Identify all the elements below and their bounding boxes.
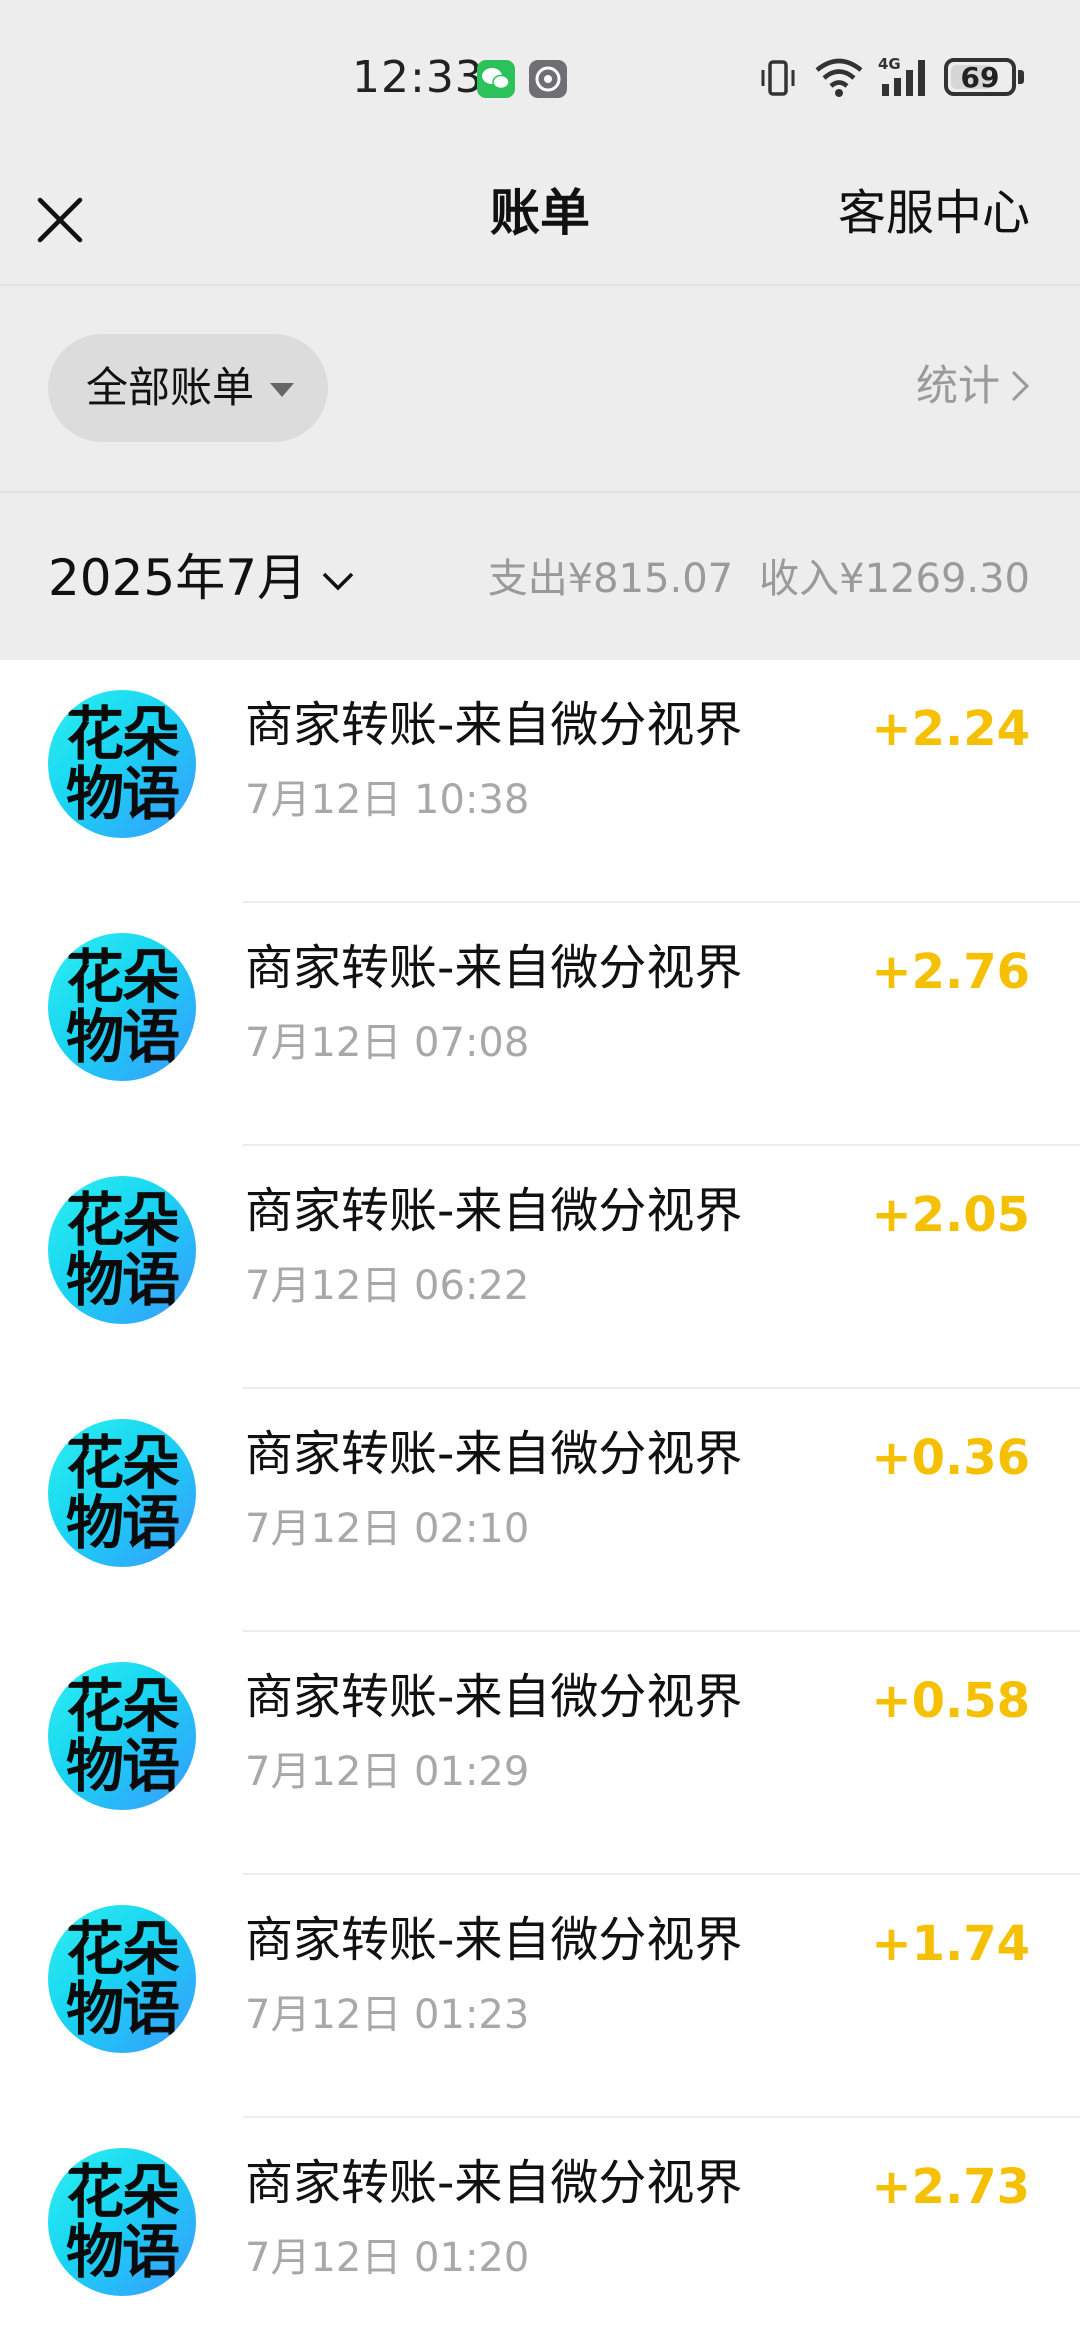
month-summary: 2025年7月 支出¥815.07 收入¥1269.30 xyxy=(0,493,1080,660)
transaction-amount: +0.58 xyxy=(871,1673,1030,1729)
signal-4g-icon: 4G xyxy=(876,54,932,104)
transaction-amount: +2.05 xyxy=(871,1187,1030,1243)
merchant-avatar: 花朵 物语 xyxy=(48,1419,196,1567)
expense-value: ¥815.07 xyxy=(567,556,734,602)
merchant-avatar: 花朵 物语 xyxy=(48,1176,196,1324)
transaction-title: 商家转账-来自微分视界 xyxy=(245,1183,743,1239)
transaction-title: 商家转账-来自微分视界 xyxy=(245,1426,743,1482)
transaction-list: 花朵 物语 商家转账-来自微分视界 7月12日 10:38 +2.24 花朵 物… xyxy=(0,660,1080,2340)
battery-icon: 69 xyxy=(944,58,1016,96)
transaction-amount: +1.74 xyxy=(871,1916,1030,1972)
transaction-row[interactable]: 花朵 物语 商家转账-来自微分视界 7月12日 10:38 +2.24 xyxy=(0,660,1080,903)
transaction-row[interactable]: 花朵 物语 商家转账-来自微分视界 7月12日 02:10 +0.36 xyxy=(0,1389,1080,1632)
merchant-avatar: 花朵 物语 xyxy=(48,2148,196,2296)
status-bar: 12:33 4G 69 xyxy=(0,0,1080,150)
avatar-text-line2: 物语 xyxy=(65,1732,180,1800)
avatar-text-line2: 物语 xyxy=(65,2218,180,2286)
transaction-time: 7月12日 01:20 xyxy=(245,2235,530,2281)
bill-filter-dropdown[interactable]: 全部账单 xyxy=(48,334,328,442)
transaction-amount: +2.73 xyxy=(871,2159,1030,2215)
avatar-text-line1: 花朵 xyxy=(65,943,180,1011)
transaction-time: 7月12日 07:08 xyxy=(245,1020,530,1066)
avatar-text-line2: 物语 xyxy=(65,760,180,828)
wechat-icon xyxy=(477,60,515,98)
avatar-text-line1: 花朵 xyxy=(65,1429,180,1497)
avatar-text-line2: 物语 xyxy=(65,1975,180,2043)
income-label: 收入 xyxy=(759,556,840,602)
transaction-amount: +2.24 xyxy=(871,701,1030,757)
wifi-icon xyxy=(814,56,864,102)
month-totals: 支出¥815.07 收入¥1269.30 xyxy=(488,551,1030,607)
nav-bar: 账单 客服中心 xyxy=(0,150,1080,284)
transaction-title: 商家转账-来自微分视界 xyxy=(245,2155,743,2211)
transaction-time: 7月12日 10:38 xyxy=(245,777,530,823)
transaction-amount: +0.36 xyxy=(871,1430,1030,1486)
transaction-row[interactable]: 花朵 物语 商家转账-来自微分视界 7月12日 01:23 +1.74 xyxy=(0,1875,1080,2118)
avatar-text-line1: 花朵 xyxy=(65,1672,180,1740)
settings-icon xyxy=(529,60,567,98)
statistics-button[interactable]: 统计 xyxy=(916,356,1030,416)
expense-label: 支出 xyxy=(487,556,568,602)
statistics-label: 统计 xyxy=(915,361,1000,410)
transaction-row[interactable]: 花朵 物语 商家转账-来自微分视界 7月12日 01:20 +2.73 xyxy=(0,2118,1080,2340)
avatar-text-line1: 花朵 xyxy=(65,700,180,768)
chevron-right-icon xyxy=(1011,370,1030,402)
filter-row: 全部账单 统计 xyxy=(0,286,1080,491)
transaction-row[interactable]: 花朵 物语 商家转账-来自微分视界 7月12日 06:22 +2.05 xyxy=(0,1146,1080,1389)
transaction-title: 商家转账-来自微分视界 xyxy=(245,1669,743,1725)
avatar-text-line1: 花朵 xyxy=(65,1915,180,1983)
battery-cap xyxy=(1018,70,1024,84)
customer-service-button[interactable]: 客服中心 xyxy=(838,178,1030,248)
svg-text:4G: 4G xyxy=(878,55,901,73)
merchant-avatar: 花朵 物语 xyxy=(48,1662,196,1810)
transaction-row[interactable]: 花朵 物语 商家转账-来自微分视界 7月12日 07:08 +2.76 xyxy=(0,903,1080,1146)
transaction-row[interactable]: 花朵 物语 商家转账-来自微分视界 7月12日 01:29 +0.58 xyxy=(0,1632,1080,1875)
month-label: 2025年7月 xyxy=(48,549,308,607)
merchant-avatar: 花朵 物语 xyxy=(48,1905,196,2053)
avatar-text-line2: 物语 xyxy=(65,1489,180,1557)
transaction-time: 7月12日 01:29 xyxy=(245,1749,530,1795)
merchant-avatar: 花朵 物语 xyxy=(48,690,196,838)
transaction-title: 商家转账-来自微分视界 xyxy=(245,940,743,996)
income-value: ¥1269.30 xyxy=(839,556,1030,602)
status-time: 12:33 xyxy=(352,52,484,103)
avatar-text-line2: 物语 xyxy=(65,1003,180,1071)
bill-screen: 12:33 4G 69 账单 客服中心 全部账单 统计 2025年7月 支出¥8… xyxy=(0,0,1080,2340)
merchant-avatar: 花朵 物语 xyxy=(48,933,196,1081)
month-selector[interactable]: 2025年7月 xyxy=(48,543,355,613)
vibrate-icon xyxy=(756,56,800,104)
avatar-text-line2: 物语 xyxy=(65,1246,180,1314)
transaction-time: 7月12日 01:23 xyxy=(245,1992,530,2038)
transaction-title: 商家转账-来自微分视界 xyxy=(245,697,743,753)
avatar-text-line1: 花朵 xyxy=(65,1186,180,1254)
transaction-amount: +2.76 xyxy=(871,944,1030,1000)
chevron-down-icon xyxy=(322,572,354,591)
transaction-time: 7月12日 06:22 xyxy=(245,1263,530,1309)
battery-percent: 69 xyxy=(960,61,1000,94)
transaction-title: 商家转账-来自微分视界 xyxy=(245,1912,743,1968)
caret-down-icon xyxy=(270,383,295,397)
transaction-time: 7月12日 02:10 xyxy=(245,1506,530,1552)
bill-filter-label: 全部账单 xyxy=(86,363,255,412)
avatar-text-line1: 花朵 xyxy=(65,2158,180,2226)
